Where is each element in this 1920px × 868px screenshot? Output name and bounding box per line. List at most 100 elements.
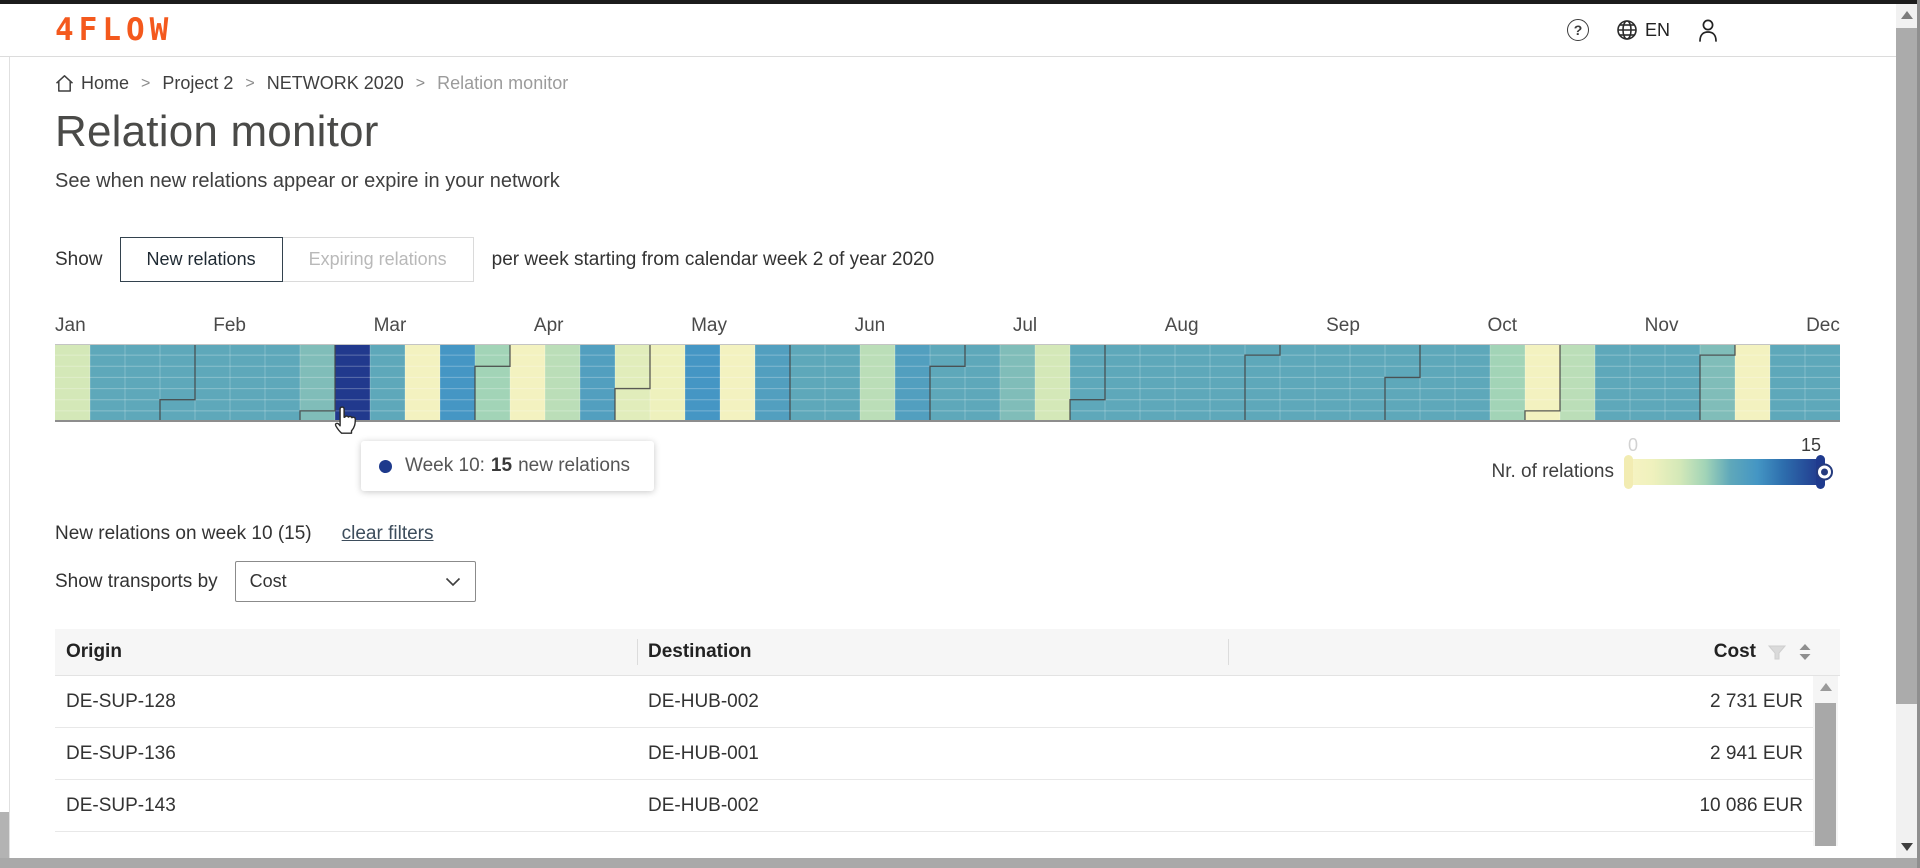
week-cell: Week 2: 4 new relations — [55, 344, 91, 422]
language-label: EN — [1645, 20, 1670, 41]
week-cell: Week 52: 8 new relations — [1805, 344, 1840, 422]
cell-origin: DE-SUP-128 — [55, 691, 637, 713]
week-cell: Week 3: 8 new relations — [90, 344, 126, 422]
month-label-sep: Sep — [1326, 315, 1360, 337]
globe-icon — [1615, 18, 1639, 42]
tooltip-suffix: new relations — [518, 455, 630, 477]
table-row[interactable]: DE-SUP-128 DE-HUB-002 2 731 EUR — [55, 676, 1813, 728]
clear-filters-link[interactable]: clear filters — [342, 523, 434, 545]
page-scrollbar-thumb[interactable] — [1896, 28, 1917, 704]
expiring-relations-button[interactable]: Expiring relations — [282, 237, 474, 282]
month-label-dec: Dec — [1806, 315, 1840, 337]
table-header-row: Origin Destination Cost — [55, 629, 1840, 676]
table-row[interactable]: DE-SUP-136 DE-HUB-001 2 941 EUR — [55, 728, 1813, 780]
week-cell: Week 41: 8 new relations — [1420, 344, 1456, 422]
cell-origin: DE-SUP-143 — [55, 795, 637, 817]
week-cell: Week 4: 8 new relations — [125, 344, 161, 422]
week-cell: Week 50: 1 new relations — [1735, 344, 1771, 422]
week-cell: Week 30: 4 new relations — [1035, 344, 1071, 422]
legend-gradient — [1628, 459, 1821, 485]
breadcrumb-network[interactable]: NETWORK 2020 — [267, 73, 404, 94]
transport-controls: Show transports by Cost — [55, 561, 1840, 602]
filter-summary-row: New relations on week 10 (15) clear filt… — [55, 523, 1840, 545]
legend-max-handle[interactable] — [1816, 455, 1825, 489]
tooltip-color-dot — [379, 460, 392, 473]
show-controls: Show New relations Expiring relations pe… — [55, 237, 1840, 282]
show-label: Show — [55, 249, 103, 271]
chevron-down-icon — [445, 577, 461, 587]
breadcrumb-separator: > — [245, 75, 254, 93]
page-scroll-down-arrow[interactable] — [1896, 838, 1917, 856]
week-cell: Week 35: 8 new relations — [1210, 344, 1246, 422]
table-header-cost[interactable]: Cost — [1228, 629, 1840, 675]
table-scrollbar-thumb[interactable] — [1815, 703, 1836, 846]
page-subtitle: See when new relations appear or expire … — [55, 170, 1840, 193]
new-relations-button[interactable]: New relations — [120, 237, 283, 282]
legend-max-knob[interactable] — [1816, 464, 1833, 481]
breadcrumb-separator: > — [416, 75, 425, 93]
transport-select-value: Cost — [250, 571, 287, 592]
month-label-nov: Nov — [1645, 315, 1679, 337]
week-cell: Week 33: 8 new relations — [1140, 344, 1176, 422]
week-cell: Week 12: 1 new relations — [405, 344, 441, 422]
week-cell: Week 7: 8 new relations — [230, 344, 266, 422]
breadcrumb-project[interactable]: Project 2 — [162, 73, 233, 94]
month-label-jun: Jun — [855, 315, 886, 337]
filter-funnel-icon[interactable] — [1768, 645, 1786, 660]
month-label-oct: Oct — [1488, 315, 1518, 337]
relations-heatmap[interactable]: Week 2: 4 new relationsWeek 3: 8 new rel… — [55, 344, 1840, 422]
table-scrollbar[interactable] — [1813, 676, 1838, 846]
4flow-logo[interactable]: 4FLOW — [55, 12, 173, 48]
week-cell: Week 19: 2 new relations — [650, 344, 686, 422]
page-scroll-up-arrow[interactable] — [1896, 6, 1917, 24]
month-label-feb: Feb — [213, 315, 246, 337]
window-bottom-border — [0, 858, 1920, 868]
week-cell: Week 13: 10 new relations — [440, 344, 476, 422]
help-icon[interactable]: ? — [1567, 19, 1589, 41]
week-cell: Week 31: 8 new relations — [1070, 344, 1106, 422]
week-cell: Week 16: 5 new relations — [545, 344, 581, 422]
week-cell: Week 40: 8 new relations — [1385, 344, 1421, 422]
legend-min-handle[interactable] — [1624, 455, 1633, 489]
breadcrumb-home[interactable]: Home — [55, 73, 129, 94]
week-cell: Week 14: 6 new relations — [475, 344, 511, 422]
tooltip-value: 15 — [491, 455, 512, 477]
window-left-edge — [0, 812, 9, 858]
week-cell: Week 43: 6 new relations — [1490, 344, 1526, 422]
week-cell: Week 11: 8 new relations — [370, 344, 406, 422]
week-cell: Week 42: 8 new relations — [1455, 344, 1491, 422]
cell-destination: DE-HUB-002 — [637, 691, 1228, 713]
panel-left-divider — [9, 57, 10, 858]
month-label-aug: Aug — [1165, 315, 1199, 337]
week-cell: Week 38: 8 new relations — [1315, 344, 1351, 422]
transport-select[interactable]: Cost — [235, 561, 476, 602]
table-header-origin[interactable]: Origin — [55, 629, 637, 675]
week-cell: Week 28: 8 new relations — [965, 344, 1001, 422]
page-scrollbar[interactable] — [1896, 4, 1917, 858]
legend-min-label: 0 — [1628, 435, 1638, 455]
week-cell: Week 6: 8 new relations — [195, 344, 231, 422]
user-icon[interactable] — [1696, 17, 1720, 43]
table-row[interactable]: DE-SUP-143 DE-HUB-002 10 086 EUR — [55, 780, 1813, 832]
breadcrumb-separator: > — [141, 75, 150, 93]
page-title: Relation monitor — [55, 107, 1840, 157]
legend-range-slider[interactable] — [1628, 459, 1821, 485]
table-scroll-up-arrow[interactable] — [1813, 679, 1838, 695]
week-cell: Week 37: 8 new relations — [1280, 344, 1316, 422]
top-bar: 4FLOW ? EN — [0, 4, 1920, 57]
breadcrumb: Home > Project 2 > NETWORK 2020 > Relati… — [55, 73, 1840, 94]
week-cell: Week 15: 1 new relations — [510, 344, 546, 422]
week-cell: Week 39: 8 new relations — [1350, 344, 1386, 422]
week-cell: Week 45: 5 new relations — [1560, 344, 1596, 422]
sort-icon[interactable] — [1798, 643, 1812, 661]
language-switcher[interactable]: EN — [1615, 18, 1670, 42]
week-cell: Week 51: 8 new relations — [1770, 344, 1806, 422]
table-header-destination[interactable]: Destination — [637, 629, 1228, 675]
week-cell: Week 48: 8 new relations — [1665, 344, 1701, 422]
week-cell: Week 5: 8 new relations — [160, 344, 196, 422]
week-cell: Week 8: 8 new relations — [265, 344, 301, 422]
home-icon — [55, 74, 74, 93]
week-cell: Week 10: 15 new relations — [335, 344, 371, 422]
cell-destination: DE-HUB-001 — [637, 743, 1228, 765]
week-cell: Week 34: 8 new relations — [1175, 344, 1211, 422]
